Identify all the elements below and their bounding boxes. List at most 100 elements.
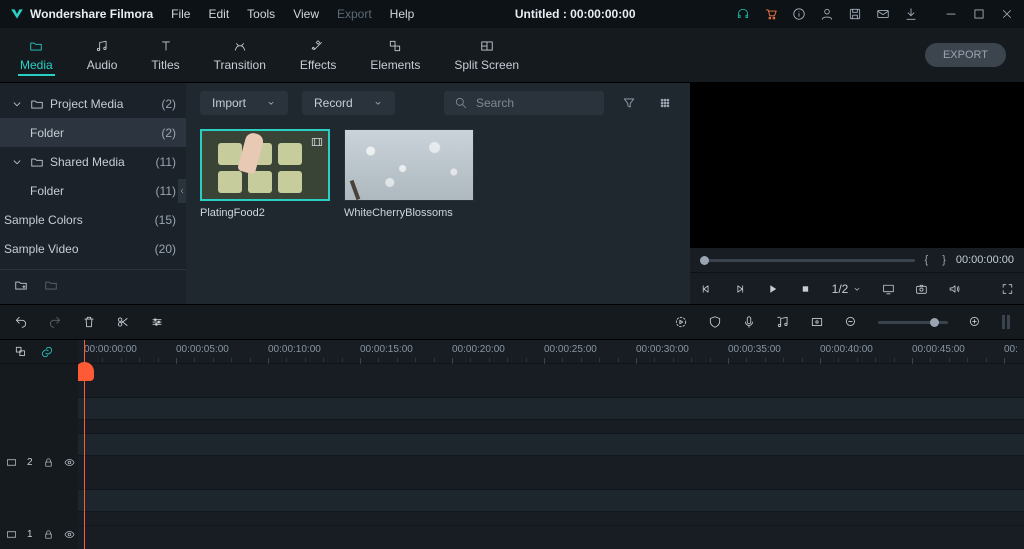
headphones-icon[interactable]	[736, 7, 750, 21]
mark-out-button[interactable]: }	[942, 254, 946, 266]
track-header-2[interactable]: 2	[0, 451, 78, 473]
split-screen-icon	[480, 39, 494, 53]
grid-icon	[658, 96, 672, 110]
tab-transition[interactable]: Transition	[212, 35, 268, 76]
eye-icon[interactable]	[64, 529, 75, 540]
menu-view[interactable]: View	[293, 7, 319, 21]
track-manage-icon[interactable]	[14, 345, 28, 359]
clip-item[interactable]: WhiteCherryBlossoms	[344, 129, 474, 219]
stop-icon[interactable]	[799, 282, 812, 296]
preview-timecode: 00:00:00:00	[956, 254, 1014, 266]
shield-icon[interactable]	[708, 315, 722, 329]
library-sidebar: Project Media (2) Folder (2) Shared Medi…	[0, 83, 186, 304]
filter-button[interactable]	[618, 92, 640, 114]
timeline-ruler[interactable]: 00:00:00:0000:00:05:0000:00:10:0000:00:1…	[78, 340, 1024, 364]
preview-scale-dropdown[interactable]: 1/2	[832, 282, 863, 296]
menu-tools[interactable]: Tools	[247, 7, 275, 21]
export-button[interactable]: EXPORT	[925, 43, 1006, 67]
zoom-in-icon[interactable]	[968, 315, 982, 329]
delete-icon[interactable]	[82, 315, 96, 329]
account-icon[interactable]	[820, 7, 834, 21]
folder-icon	[29, 39, 43, 53]
chevron-down-icon	[266, 98, 276, 108]
sidebar-label: Shared Media	[50, 155, 125, 169]
display-icon[interactable]	[882, 282, 895, 296]
lock-icon[interactable]	[43, 457, 54, 468]
record-label: Record	[314, 96, 353, 110]
redo-icon[interactable]	[48, 315, 62, 329]
adjust-icon[interactable]	[150, 315, 164, 329]
grid-view-button[interactable]	[654, 92, 676, 114]
folder-outline-icon[interactable]	[44, 278, 58, 292]
save-icon[interactable]	[848, 7, 862, 21]
effects-icon	[311, 39, 325, 53]
tab-media[interactable]: Media	[18, 35, 55, 76]
download-icon[interactable]	[904, 7, 918, 21]
mark-in-button[interactable]: {	[925, 254, 929, 266]
play-icon[interactable]	[766, 282, 779, 296]
volume-icon[interactable]	[948, 282, 961, 296]
sidebar-label: Sample Video	[4, 242, 79, 256]
new-folder-icon[interactable]	[14, 278, 28, 292]
video-clip-icon	[455, 134, 469, 148]
step-fwd-icon[interactable]	[733, 282, 746, 296]
maximize-icon[interactable]	[972, 7, 986, 21]
timeline-tracks-area[interactable]: 00:00:00:0000:00:05:0000:00:10:0000:00:1…	[78, 340, 1024, 549]
link-icon[interactable]	[40, 345, 54, 359]
playhead[interactable]	[84, 340, 85, 549]
sidebar-label: Project Media	[50, 97, 123, 111]
video-track-icon	[6, 529, 17, 540]
render-icon[interactable]	[674, 315, 688, 329]
media-pane: Import Record Search PlatingFood	[186, 83, 690, 304]
sidebar-item-project-folder[interactable]: Folder (2)	[0, 118, 186, 147]
timeline-toolbar	[0, 304, 1024, 340]
menu-edit[interactable]: Edit	[208, 7, 229, 21]
sidebar-item-shared-folder[interactable]: Folder (11)	[0, 176, 186, 205]
scrub-slider[interactable]	[700, 259, 915, 262]
sidebar-item-sample-video[interactable]: Sample Video (20)	[0, 234, 186, 263]
sidebar-item-sample-colors[interactable]: Sample Colors (15)	[0, 205, 186, 234]
cart-icon[interactable]	[764, 7, 778, 21]
import-label: Import	[212, 96, 246, 110]
clip-item[interactable]: PlatingFood2	[200, 129, 330, 219]
undo-icon[interactable]	[14, 315, 28, 329]
clip-grid: PlatingFood2 WhiteCherryBlossoms	[186, 123, 690, 225]
sidebar-item-project-media[interactable]: Project Media (2)	[0, 89, 186, 118]
menu-help[interactable]: Help	[390, 7, 415, 21]
sidebar-item-shared-media[interactable]: Shared Media (11)	[0, 147, 186, 176]
close-icon[interactable]	[1000, 7, 1014, 21]
track-header-1[interactable]: 1	[0, 523, 78, 545]
fullscreen-icon[interactable]	[1001, 282, 1014, 296]
tab-split-label: Split Screen	[454, 58, 519, 72]
zoom-slider[interactable]	[878, 321, 948, 324]
snapshot-icon[interactable]	[915, 282, 928, 296]
import-dropdown[interactable]: Import	[200, 91, 288, 115]
tab-effects[interactable]: Effects	[298, 35, 338, 76]
tab-audio[interactable]: Audio	[85, 35, 120, 76]
preview-screen[interactable]	[690, 83, 1024, 248]
voiceover-icon[interactable]	[742, 315, 756, 329]
mail-icon[interactable]	[876, 7, 890, 21]
eye-icon[interactable]	[64, 457, 75, 468]
video-track-2[interactable]	[78, 434, 1024, 456]
tab-elements[interactable]: Elements	[368, 35, 422, 76]
collapse-sidebar-button[interactable]	[178, 179, 186, 203]
tab-titles[interactable]: Titles	[149, 35, 181, 76]
zoom-out-icon[interactable]	[844, 315, 858, 329]
step-back-icon[interactable]	[700, 282, 713, 296]
video-track-3[interactable]	[78, 398, 1024, 420]
record-dropdown[interactable]: Record	[302, 91, 395, 115]
marker-icon[interactable]	[810, 315, 824, 329]
info-icon[interactable]	[792, 7, 806, 21]
sidebar-count: (15)	[155, 213, 176, 227]
lock-icon[interactable]	[43, 529, 54, 540]
chevron-down-icon	[10, 97, 24, 111]
menu-file[interactable]: File	[171, 7, 190, 21]
title-bar: Wondershare Filmora File Edit Tools View…	[0, 0, 1024, 28]
mixer-icon[interactable]	[776, 315, 790, 329]
search-input[interactable]: Search	[444, 91, 604, 115]
split-icon[interactable]	[116, 315, 130, 329]
tab-split-screen[interactable]: Split Screen	[452, 35, 521, 76]
minimize-icon[interactable]	[944, 7, 958, 21]
video-track-1[interactable]	[78, 490, 1024, 512]
